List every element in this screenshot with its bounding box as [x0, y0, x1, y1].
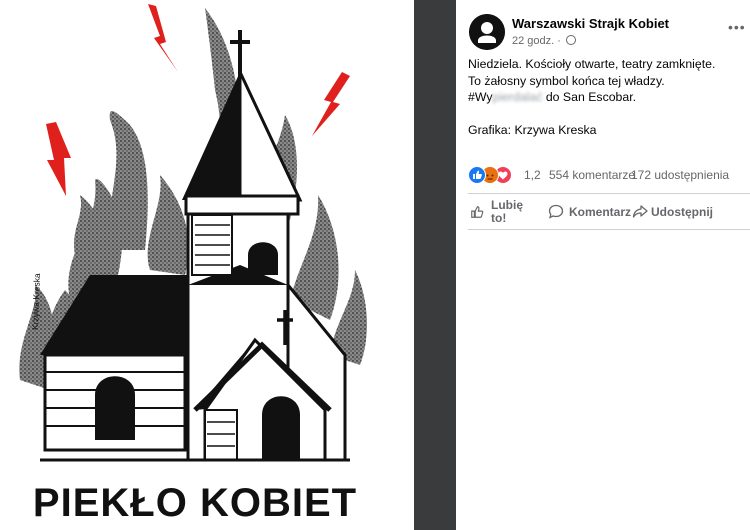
post-text-rest: do San Escobar.: [542, 90, 637, 104]
more-options-icon[interactable]: •••: [728, 20, 746, 34]
comments-count[interactable]: 554 komentarze: [549, 168, 635, 182]
viewer-background: [414, 0, 456, 530]
like-reaction-icon[interactable]: [468, 166, 486, 184]
post-credit: Grafika: Krzywa Kreska: [468, 122, 597, 137]
globe-icon: [565, 35, 576, 45]
reactions-count[interactable]: 1,2: [524, 168, 541, 182]
artwork-title: PIEKŁO KOBIET: [33, 481, 357, 525]
thumbs-up-icon: [471, 206, 484, 218]
post-image[interactable]: Krzywa Kreska PIEKŁO KOBIET: [0, 0, 414, 530]
hashtag-blurred: pierdalać: [492, 90, 543, 104]
like-button-label: Lubię to!: [491, 198, 523, 225]
share-button-label: Udostępnij: [651, 205, 713, 219]
divider: [468, 193, 750, 194]
share-arrow-icon: [632, 205, 648, 218]
burning-church-illustration: Krzywa Kreska PIEKŁO KOBIET: [19, 4, 367, 525]
artist-signature: Krzywa Kreska: [30, 273, 42, 330]
post-text: Niedziela. Kościoły otwarte, teatry zamk…: [468, 56, 748, 138]
post-text-line: To żałosny symbol końca tej władzy.: [468, 73, 665, 88]
share-button[interactable]: Udostępnij: [632, 198, 722, 226]
post-panel: Warszawski Strajk Kobiet 22 godz. · ••• …: [456, 0, 750, 530]
shares-count[interactable]: 172 udostępnienia: [631, 168, 729, 182]
post-text-line: #Wypierdalać do San Escobar.: [468, 89, 748, 106]
reactions-bar: 1,2 554 komentarze 172 udostępnienia: [468, 166, 750, 184]
wsk-logo-icon: [469, 14, 505, 50]
page-avatar[interactable]: [469, 14, 505, 50]
timestamp-text[interactable]: 22 godz.: [512, 35, 554, 47]
comment-button[interactable]: Komentarz: [548, 198, 632, 226]
post-text-line: Niedziela. Kościoły otwarte, teatry zamk…: [468, 57, 716, 71]
post-timestamp[interactable]: 22 godz. ·: [512, 34, 576, 47]
hashtag-link[interactable]: #Wypierdalać: [468, 90, 542, 104]
page-name[interactable]: Warszawski Strajk Kobiet: [512, 16, 669, 31]
divider: [468, 229, 750, 230]
comment-bubble-icon: [548, 204, 564, 219]
like-button[interactable]: Lubię to!: [470, 198, 542, 226]
comment-button-label: Komentarz: [569, 205, 632, 219]
hashtag-visible: #Wy: [468, 90, 493, 104]
